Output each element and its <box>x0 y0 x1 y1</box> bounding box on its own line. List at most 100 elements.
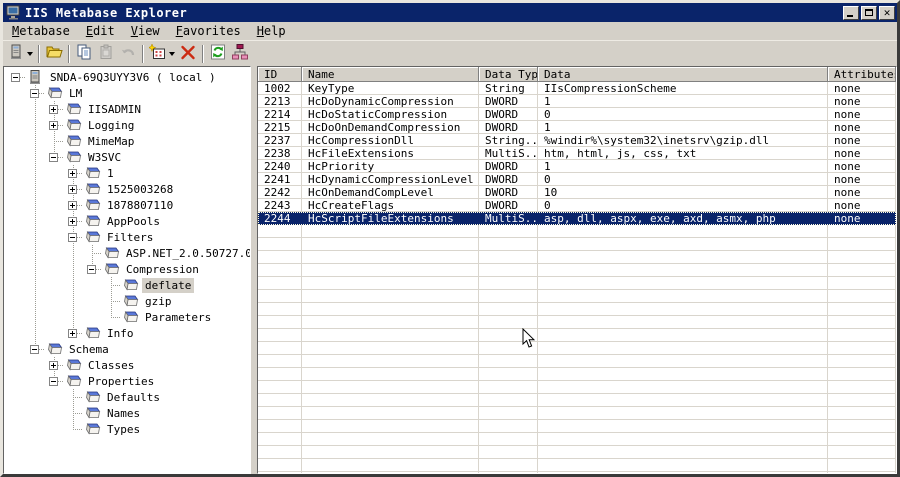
menu-help[interactable]: Help <box>249 23 294 39</box>
tree-expander-plus[interactable] <box>64 181 83 197</box>
close-button[interactable]: ✕ <box>879 5 895 20</box>
column-header-attributes[interactable]: Attributes <box>828 67 896 82</box>
tree-expander-minus[interactable] <box>45 149 64 165</box>
tree-item-1[interactable]: 1 <box>7 165 250 181</box>
tree-item-label[interactable]: Types <box>104 422 143 437</box>
copy-button[interactable] <box>73 43 95 65</box>
tree-item-properties[interactable]: Properties <box>7 373 250 389</box>
tree-item-asp-net-2-0-50727-0[interactable]: ASP.NET_2.0.50727.0 <box>7 245 250 261</box>
toolbar-separator <box>68 44 70 63</box>
tree-expander-minus[interactable] <box>45 373 64 389</box>
menu-view[interactable]: View <box>123 23 168 39</box>
tree-expander-plus[interactable] <box>64 197 83 213</box>
tree-expander-plus[interactable] <box>64 325 83 341</box>
table-header: IDNameData TypeDataAttributes <box>258 67 896 82</box>
tree-item-compression[interactable]: Compression <box>7 261 250 277</box>
tree-item-label[interactable]: Properties <box>85 374 157 389</box>
tree-item-label[interactable]: 1525003268 <box>104 182 176 197</box>
tree-item-label[interactable]: 1878807110 <box>104 198 176 213</box>
tree-item-filters[interactable]: Filters <box>7 229 250 245</box>
tree-item-deflate[interactable]: deflate <box>7 277 250 293</box>
tree-item-mimemap[interactable]: MimeMap <box>7 133 250 149</box>
column-header-name[interactable]: Name <box>302 67 479 82</box>
column-header-id[interactable]: ID <box>258 67 302 82</box>
tree-item-iisadmin[interactable]: IISADMIN <box>7 101 250 117</box>
delete-button[interactable] <box>177 43 199 65</box>
refresh-button[interactable] <box>207 43 229 65</box>
new-key-button[interactable] <box>147 42 177 65</box>
tree-expander-plus[interactable] <box>64 165 83 181</box>
table-row-1002[interactable]: 1002 KeyType String IIsCompressionScheme non… <box>258 82 896 95</box>
tree-item-label[interactable]: Parameters <box>142 310 214 325</box>
tree-item-types[interactable]: Types <box>7 421 250 437</box>
tree-item-classes[interactable]: Classes <box>7 357 250 373</box>
table-row-2242[interactable]: 2242 HcOnDemandCompLevel DWORD 10 none <box>258 186 896 199</box>
dropdown-arrow-icon[interactable] <box>27 52 33 59</box>
maximize-button[interactable] <box>861 5 877 20</box>
tree-item-defaults[interactable]: Defaults <box>7 389 250 405</box>
table-row-2215[interactable]: 2215 HcDoOnDemandCompression DWORD 1 none <box>258 121 896 134</box>
tree-item-label[interactable]: deflate <box>142 277 195 293</box>
tree-item-label[interactable]: Logging <box>85 118 137 133</box>
view-hierarchy-button[interactable] <box>229 43 251 65</box>
tree-item-apppools[interactable]: AppPools <box>7 213 250 229</box>
tree-item-gzip[interactable]: gzip <box>7 293 250 309</box>
tree-expander-plus[interactable] <box>45 101 64 117</box>
tree-expander-plus[interactable] <box>45 117 64 133</box>
menu-edit[interactable]: Edit <box>78 23 123 39</box>
tree-item-label[interactable]: W3SVC <box>85 150 124 165</box>
table-row-2244[interactable]: 2244HcScriptFileExtensionsMultiS...asp, … <box>258 212 896 225</box>
tree-expander-minus[interactable] <box>26 85 45 101</box>
tree-item-label[interactable]: MimeMap <box>85 134 137 149</box>
open-key-button[interactable] <box>43 43 65 65</box>
connect-button[interactable] <box>6 43 35 65</box>
table-row-2240[interactable]: 2240 HcPriority DWORD 1 none <box>258 160 896 173</box>
metabase-tree[interactable]: SNDA-69Q3UYY3V6 ( local ) LM IISADMIN Loggi… <box>3 66 251 474</box>
tree-item-label[interactable]: Compression <box>123 262 202 277</box>
tree-item-label[interactable]: Filters <box>104 230 156 245</box>
tree-expander-minus[interactable] <box>83 261 102 277</box>
tree-item-1878807110[interactable]: 1878807110 <box>7 197 250 213</box>
tree-expander-minus[interactable] <box>64 229 83 245</box>
tree-item-schema[interactable]: Schema <box>7 341 250 357</box>
menu-metabase[interactable]: Metabase <box>4 23 78 39</box>
hierarchy-icon <box>232 43 248 64</box>
tree-item-label[interactable]: SNDA-69Q3UYY3V6 ( local ) <box>47 70 219 85</box>
tree-item-label[interactable]: LM <box>66 86 85 101</box>
column-header-data-type[interactable]: Data Type <box>479 67 538 82</box>
table-row-2241[interactable]: 2241 HcDynamicCompressionLevel DWORD 0 none <box>258 173 896 186</box>
tree-item-label[interactable]: ASP.NET_2.0.50727.0 <box>123 246 250 261</box>
dropdown-arrow-icon[interactable] <box>169 52 175 59</box>
tree-expander-minus[interactable] <box>7 69 26 85</box>
cell-data: %windir%\system32\inetsrv\gzip.dll <box>538 134 828 147</box>
tree-expander-plus[interactable] <box>45 357 64 373</box>
tree-item-logging[interactable]: Logging <box>7 117 250 133</box>
table-row-2213[interactable]: 2213 HcDoDynamicCompression DWORD 1 none <box>258 95 896 108</box>
menu-favorites[interactable]: Favorites <box>168 23 249 39</box>
tree-item-snda-69q3uyy3v6-local-[interactable]: SNDA-69Q3UYY3V6 ( local ) <box>7 69 250 85</box>
table-row-2238[interactable]: 2238HcFileExtensionsMultiS...htm, html, … <box>258 147 896 160</box>
title-bar[interactable]: IIS Metabase Explorer ✕ <box>3 3 897 22</box>
tree-expander-minus[interactable] <box>26 341 45 357</box>
tree-item-label[interactable]: Classes <box>85 358 137 373</box>
tree-item-label[interactable]: Defaults <box>104 390 163 405</box>
tree-item-info[interactable]: Info <box>7 325 250 341</box>
table-row-2243[interactable]: 2243 HcCreateFlags DWORD 0 none <box>258 199 896 212</box>
tree-item-label[interactable]: Info <box>104 326 137 341</box>
table-row-2214[interactable]: 2214 HcDoStaticCompression DWORD 0 none <box>258 108 896 121</box>
minimize-button[interactable] <box>843 5 859 20</box>
tree-item-label[interactable]: gzip <box>142 294 175 309</box>
tree-item-label[interactable]: Schema <box>66 342 112 357</box>
table-row-2237[interactable]: 2237HcCompressionDllString...%windir%\sy… <box>258 134 896 147</box>
tree-item-parameters[interactable]: Parameters <box>7 309 250 325</box>
tree-item-1525003268[interactable]: 1525003268 <box>7 181 250 197</box>
tree-item-label[interactable]: IISADMIN <box>85 102 144 117</box>
tree-expander-plus[interactable] <box>64 213 83 229</box>
tree-item-lm[interactable]: LM <box>7 85 250 101</box>
column-header-data[interactable]: Data <box>538 67 828 82</box>
tree-item-label[interactable]: AppPools <box>104 214 163 229</box>
tree-item-w3svc[interactable]: W3SVC <box>7 149 250 165</box>
tree-item-names[interactable]: Names <box>7 405 250 421</box>
tree-item-label[interactable]: Names <box>104 406 143 421</box>
tree-item-label[interactable]: 1 <box>104 166 117 181</box>
